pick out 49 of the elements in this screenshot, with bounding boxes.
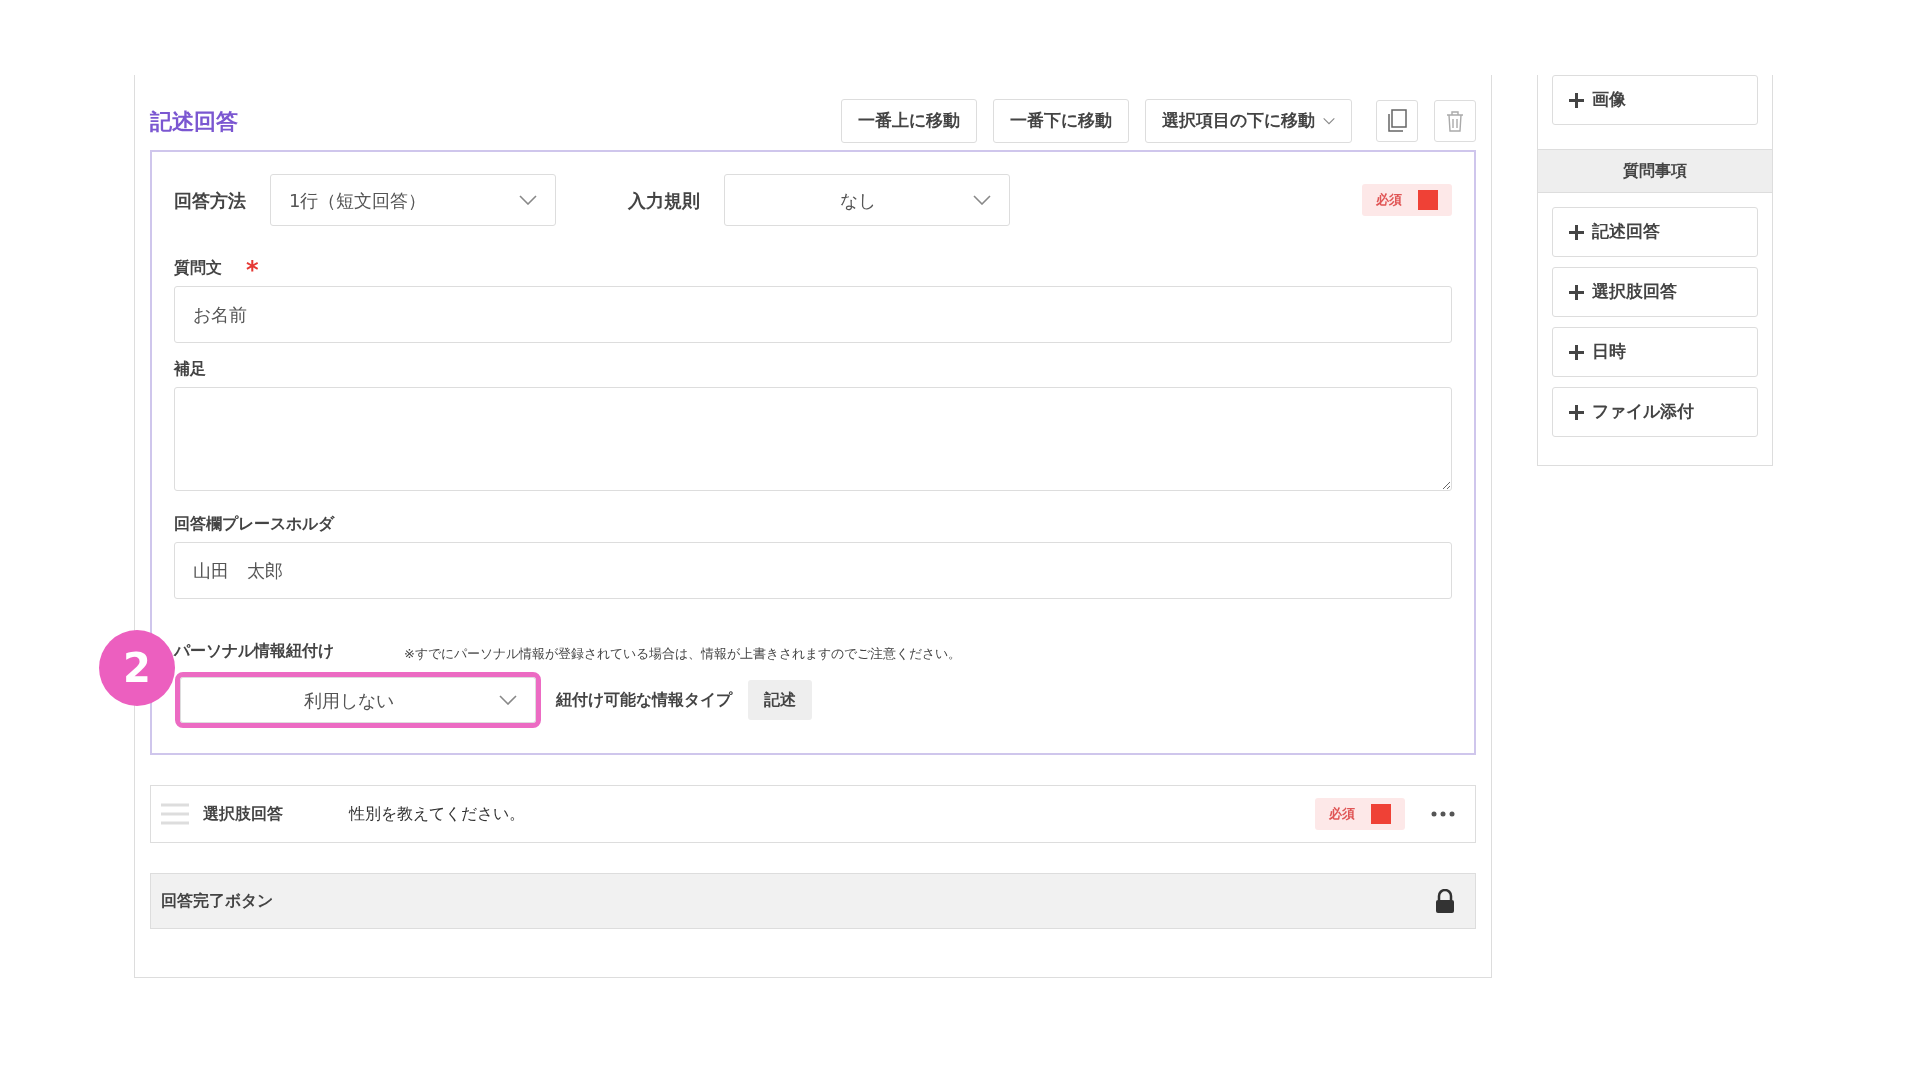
chevron-down-icon (519, 195, 537, 205)
section-title: 記述回答 (150, 107, 238, 136)
input-rule-select[interactable]: なし (724, 174, 1010, 226)
add-item-button[interactable]: 画像 (1552, 75, 1758, 125)
field-label: 回答方法 (174, 188, 246, 213)
add-item-button[interactable]: 日時 (1552, 327, 1758, 377)
info-type-tag: 記述 (748, 680, 812, 720)
trash-icon (1446, 110, 1464, 132)
plus-icon (1569, 224, 1584, 240)
placeholder-input[interactable]: 山田 太郎 (174, 542, 1452, 599)
field-label: 回答欄プレースホルダ (174, 513, 336, 535)
move-dropdown[interactable]: 選択項目の下に移動 (1145, 99, 1352, 143)
field-label: 補足 (174, 358, 207, 380)
required-asterisk: * (246, 262, 259, 280)
answer-method-select[interactable]: 1行（短文回答） (270, 174, 556, 226)
field-label: 紐付け可能な情報タイプ (556, 689, 732, 711)
plus-icon (1569, 404, 1584, 420)
plus-icon (1569, 92, 1584, 108)
note-textarea[interactable] (174, 387, 1452, 491)
toggle-square-icon (1371, 804, 1391, 824)
plus-icon (1569, 344, 1584, 360)
field-label: 入力規則 (628, 188, 700, 213)
field-label: パーソナル情報紐付け (174, 640, 334, 662)
question-input[interactable]: お名前 (174, 286, 1452, 343)
more-icon[interactable] (1431, 811, 1455, 817)
drag-handle-icon[interactable] (161, 803, 189, 825)
required-label: 必須 (1329, 805, 1355, 824)
field-label: 質問文 (174, 257, 222, 279)
copy-button[interactable] (1376, 100, 1418, 142)
required-label: 必須 (1376, 191, 1402, 210)
question-row[interactable]: 選択肢回答 性別を教えてください。 必須 (150, 785, 1476, 843)
add-item-button[interactable]: 選択肢回答 (1552, 267, 1758, 317)
question-text: 性別を教えてください。 (349, 803, 525, 825)
chevron-down-icon (499, 695, 517, 705)
caret-icon (1323, 116, 1335, 126)
copy-icon (1386, 109, 1408, 133)
delete-button[interactable] (1434, 100, 1476, 142)
move-button[interactable]: 一番上に移動 (841, 99, 977, 143)
plus-icon (1569, 284, 1584, 300)
completion-label: 回答完了ボタン (161, 890, 273, 912)
sidebar-header: 質問事項 (1538, 149, 1772, 193)
notice-text: ※すでにパーソナル情報が登録されている場合は、情報が上書きされますのでご注意ください。 (404, 644, 961, 663)
toggle-square-icon (1418, 190, 1438, 210)
chevron-down-icon (973, 195, 991, 205)
question-type: 選択肢回答 (203, 803, 284, 825)
step-number-badge: 2 (99, 630, 175, 706)
add-item-button[interactable]: ファイル添付 (1552, 387, 1758, 437)
add-item-button[interactable]: 記述回答 (1552, 207, 1758, 257)
move-button[interactable]: 一番下に移動 (993, 99, 1129, 143)
